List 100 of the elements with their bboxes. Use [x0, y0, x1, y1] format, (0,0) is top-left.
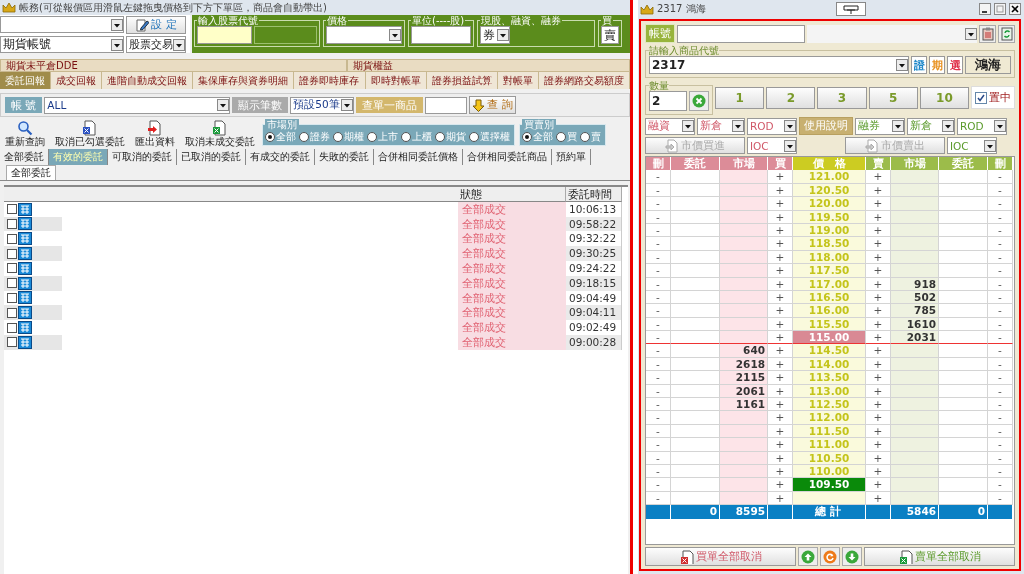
order-option-dropdown[interactable]: 新倉: [907, 117, 955, 135]
radio-button[interactable]: [522, 132, 532, 142]
checkbox[interactable]: [7, 219, 17, 229]
stock-code-field[interactable]: [197, 26, 252, 44]
minus-button[interactable]: -: [646, 344, 671, 358]
minus-button[interactable]: -: [988, 438, 1013, 452]
price-cell[interactable]: 109.50: [793, 478, 866, 492]
radio-button[interactable]: [556, 132, 566, 142]
minus-button[interactable]: -: [646, 478, 671, 492]
tab[interactable]: 對帳單: [497, 72, 539, 89]
minus-button[interactable]: -: [646, 465, 671, 479]
checkbox[interactable]: [7, 337, 17, 348]
minus-button[interactable]: -: [646, 304, 671, 318]
margin-dropdown[interactable]: 券: [480, 26, 510, 44]
minus-button[interactable]: -: [988, 344, 1013, 358]
minus-button[interactable]: -: [988, 331, 1013, 345]
minus-button[interactable]: -: [646, 371, 671, 385]
minus-button[interactable]: -: [646, 197, 671, 211]
count-dropdown[interactable]: 預設50筆: [290, 96, 355, 114]
tab[interactable]: 有成交的委託: [246, 149, 315, 165]
minus-button[interactable]: -: [646, 317, 671, 332]
radio-button[interactable]: [265, 132, 275, 142]
minus-button[interactable]: -: [646, 210, 671, 224]
minus-button[interactable]: -: [646, 237, 671, 251]
minus-button[interactable]: -: [988, 424, 1013, 439]
set-button[interactable]: 設 定: [126, 16, 186, 34]
minus-button[interactable]: -: [988, 304, 1013, 318]
minus-button[interactable]: -: [988, 317, 1013, 332]
radio-button[interactable]: [469, 132, 479, 142]
panel-tab[interactable]: 期貨權益: [347, 59, 630, 72]
minus-button[interactable]: -: [646, 384, 671, 399]
minus-button[interactable]: -: [988, 371, 1013, 385]
scroll-down-button[interactable]: [842, 547, 862, 566]
minus-button[interactable]: -: [988, 223, 1013, 238]
minus-button[interactable]: -: [988, 411, 1013, 425]
checkbox[interactable]: [7, 278, 17, 289]
checkbox[interactable]: [7, 233, 17, 244]
toolbar-button[interactable]: 取消未成交委託: [182, 120, 258, 147]
minus-button[interactable]: -: [646, 451, 671, 465]
minus-button[interactable]: -: [646, 438, 671, 452]
checkbox[interactable]: [7, 322, 17, 333]
tab[interactable]: 進階自動成交回報: [102, 72, 194, 89]
minus-button[interactable]: -: [988, 451, 1013, 465]
radio-button[interactable]: [580, 132, 590, 142]
clear-button[interactable]: [689, 91, 709, 111]
tab[interactable]: 已取消的委託: [177, 149, 246, 165]
toolbar-button[interactable]: 取消已勾選委託: [52, 120, 128, 147]
product-code-dropdown[interactable]: 2317: [649, 56, 909, 74]
checkbox[interactable]: [7, 292, 17, 303]
tab[interactable]: 全部委託: [6, 165, 56, 180]
order-option-dropdown[interactable]: 融券: [855, 117, 905, 135]
order-option-dropdown[interactable]: ROD: [747, 117, 797, 135]
minus-button[interactable]: -: [646, 277, 671, 291]
tab[interactable]: 成交回報: [51, 72, 103, 89]
checkbox[interactable]: [7, 248, 17, 259]
tab[interactable]: 失敗的委託: [315, 149, 374, 165]
minus-button[interactable]: -: [646, 398, 671, 412]
radio-button[interactable]: [435, 132, 445, 142]
checkbox[interactable]: [7, 307, 17, 318]
tab[interactable]: 合併相同委託商品: [463, 149, 552, 165]
minus-button[interactable]: -: [988, 384, 1013, 399]
minus-button[interactable]: -: [646, 223, 671, 238]
minus-button[interactable]: -: [646, 250, 671, 265]
toolbar-button[interactable]: 匯出資料: [132, 120, 178, 147]
checkbox[interactable]: [7, 204, 17, 215]
minus-button[interactable]: -: [988, 290, 1013, 305]
tab[interactable]: 即時對帳單: [365, 72, 427, 89]
refresh-button[interactable]: [998, 24, 1015, 43]
order-option-dropdown[interactable]: ROD: [957, 117, 1007, 135]
minus-button[interactable]: -: [646, 170, 671, 184]
minus-button[interactable]: -: [646, 411, 671, 425]
market-button[interactable]: 證: [911, 56, 927, 74]
scroll-up-button[interactable]: [798, 547, 818, 566]
radio-button[interactable]: [401, 132, 411, 142]
product-name-button[interactable]: 鴻海: [965, 56, 1011, 74]
order-option-dropdown[interactable]: 融資: [645, 117, 695, 135]
minus-button[interactable]: -: [988, 357, 1013, 372]
minus-button[interactable]: -: [988, 197, 1013, 211]
radio-button[interactable]: [333, 132, 343, 142]
minus-button[interactable]: -: [988, 465, 1013, 479]
quantity-field[interactable]: 2: [649, 91, 687, 111]
unit-field[interactable]: [411, 26, 471, 44]
minus-button[interactable]: -: [646, 183, 671, 198]
side-field[interactable]: 賣: [601, 26, 619, 44]
account-dropdown[interactable]: [0, 16, 124, 33]
tab[interactable]: 可取消的委託: [108, 149, 177, 165]
minus-button[interactable]: -: [646, 331, 671, 345]
minus-button[interactable]: -: [646, 264, 671, 278]
market-button[interactable]: 選: [947, 56, 963, 74]
minus-button[interactable]: -: [988, 478, 1013, 492]
account-dropdown[interactable]: ALL: [44, 96, 231, 114]
minus-button[interactable]: -: [646, 424, 671, 439]
account-type-dropdown[interactable]: 期貨帳號: [0, 36, 124, 53]
recenter-button[interactable]: [820, 547, 840, 566]
minus-button[interactable]: -: [988, 237, 1013, 251]
trade-type-dropdown[interactable]: 股票交易: [126, 36, 186, 53]
stock-name-field[interactable]: [254, 26, 317, 44]
minus-button[interactable]: -: [988, 264, 1013, 278]
order-option-dropdown[interactable]: 新倉: [697, 117, 745, 135]
tab[interactable]: 證券損益試算: [426, 72, 498, 89]
